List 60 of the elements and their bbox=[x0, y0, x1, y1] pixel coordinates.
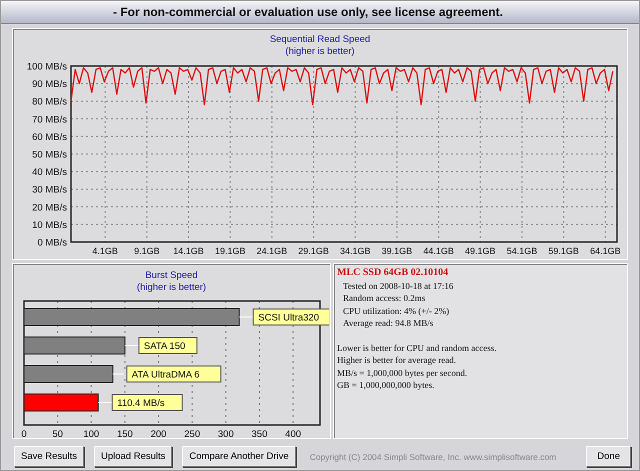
chart-subtitle: (higher is better) bbox=[136, 282, 208, 293]
note-text: Higher is better for average read. bbox=[337, 354, 457, 366]
y-axis-label: 20 MB/s bbox=[32, 202, 67, 214]
window-title: - For non-commercial or evaluation use only, see license agreement. bbox=[113, 5, 503, 19]
result-detail: Tested on 2008-10-18 at 17:16 bbox=[342, 280, 454, 292]
done-button[interactable]: Done bbox=[586, 446, 631, 467]
value-label: ATA UltraDMA 6 bbox=[126, 366, 222, 382]
chart-subtitle: (higher is better) bbox=[284, 46, 356, 57]
x-axis-label: 49.1GB bbox=[465, 246, 496, 256]
data-label: SCSI Ultra320 bbox=[258, 312, 320, 324]
copyright-text: Copyright (C) 2004 Simpli Software, Inc. www.simplisoftware.com bbox=[310, 452, 556, 462]
value-label: SATA 150 bbox=[138, 337, 198, 354]
x-axis-label: 4.1GB bbox=[92, 246, 118, 256]
note-text: MB/s = 1,000,000 bytes per second. bbox=[337, 366, 468, 379]
x-axis-label: 44.1GB bbox=[423, 246, 454, 256]
data-label: SATA 150 bbox=[144, 341, 186, 352]
x-axis-label: 300 bbox=[218, 429, 234, 440]
note-text: GB = 1,000,000,000 bytes. bbox=[337, 379, 436, 392]
x-axis-label: 54.1GB bbox=[506, 246, 538, 256]
x-axis-label: 150 bbox=[116, 429, 133, 440]
x-axis-label: 9.1GB bbox=[134, 246, 160, 256]
result-detail: Average read: 94.8 MB/s bbox=[342, 317, 434, 330]
action-button[interactable]: Save Results bbox=[14, 446, 84, 467]
y-axis-label: 40 MB/s bbox=[32, 167, 67, 178]
y-axis-label: 70 MB/s bbox=[32, 114, 67, 126]
x-axis-label: 24.1GB bbox=[256, 246, 288, 256]
result-detail: CPU utilization: 4% (+/- 2%) bbox=[342, 304, 450, 317]
action-button[interactable]: Upload Results bbox=[94, 446, 172, 467]
data-label: ATA UltraDMA 6 bbox=[132, 370, 200, 380]
y-axis-label: 90 MB/s bbox=[32, 79, 67, 90]
y-axis-label: 0 MB/s bbox=[37, 238, 67, 248]
value-label: SCSI Ultra320 bbox=[252, 308, 329, 326]
y-axis-label: 60 MB/s bbox=[32, 132, 67, 143]
note-text: Lower is better for CPU and random access. bbox=[337, 342, 498, 354]
value-label: 110.4 MB/s bbox=[112, 394, 183, 411]
chart-title: Sequential Read Speed bbox=[268, 34, 372, 46]
x-axis-label: 400 bbox=[285, 429, 302, 440]
x-axis-label: 350 bbox=[252, 429, 268, 440]
x-axis-label: 39.1GB bbox=[382, 246, 412, 256]
x-axis-label: 64.1GB bbox=[590, 246, 621, 256]
y-axis-label: 100 MB/s bbox=[26, 62, 67, 72]
chart-title: Burst Speed bbox=[144, 270, 199, 282]
x-axis-label: 59.1GB bbox=[548, 246, 579, 256]
x-axis-label: 100 bbox=[83, 429, 100, 440]
action-button[interactable]: Compare Another Drive bbox=[182, 446, 296, 467]
x-axis-label: 29.1GB bbox=[298, 246, 329, 256]
x-axis-label: 34.1GB bbox=[340, 246, 371, 256]
x-axis-label: 200 bbox=[150, 429, 166, 440]
y-axis-label: 30 MB/s bbox=[32, 184, 67, 196]
y-axis-label: 50 MB/s bbox=[32, 150, 67, 160]
data-label: 110.4 MB/s bbox=[117, 398, 165, 409]
x-axis-label: 50 bbox=[52, 429, 63, 440]
x-axis-label: 19.1GB bbox=[214, 246, 246, 256]
drive-name: MLC SSD 64GB 02.10104 bbox=[337, 267, 450, 280]
result-detail: Random access: 0.2ms bbox=[342, 292, 426, 304]
x-axis-label: 0 bbox=[21, 429, 27, 440]
x-axis-label: 250 bbox=[184, 429, 200, 440]
y-axis-label: 80 MB/s bbox=[32, 96, 67, 108]
x-axis-label: 14.1GB bbox=[173, 246, 204, 256]
y-axis-label: 10 MB/s bbox=[32, 220, 67, 231]
